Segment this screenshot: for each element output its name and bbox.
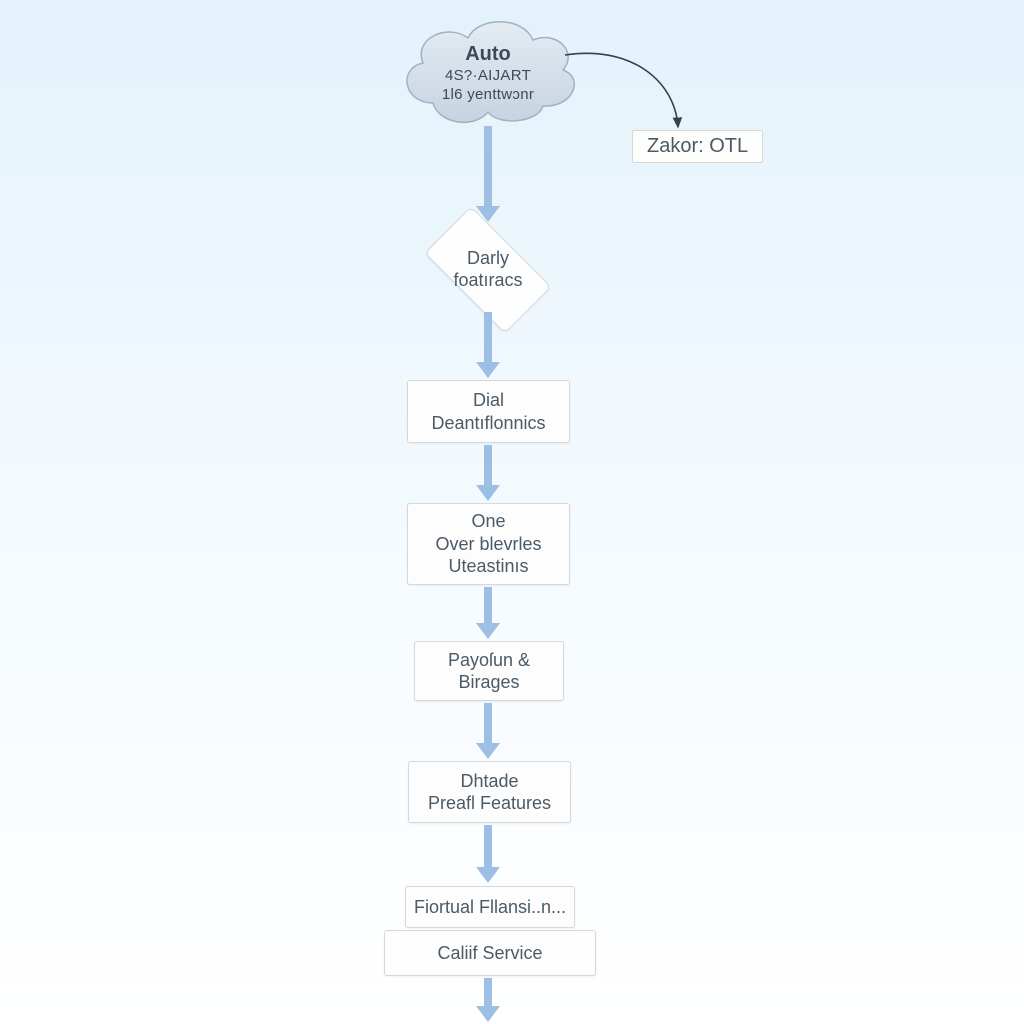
start-cloud: Auto 4S?·AIJART 1l6 yenttwɔnr <box>393 8 583 138</box>
start-cloud-label: Auto 4S?·AIJART 1l6 yenttwɔnr <box>393 42 583 105</box>
chevron-down-icon <box>476 867 500 883</box>
cloud-line3: 1l6 yenttwɔnr <box>393 86 583 105</box>
arrow-step2-to-step3 <box>480 587 496 639</box>
cloud-line2: 4S?·AIJART <box>393 67 583 86</box>
chevron-down-icon <box>476 485 500 501</box>
step-box-1: Dial Deantıflonnics <box>407 380 570 443</box>
step1-line1: Dial <box>473 389 504 412</box>
decision-line2: foatıracs <box>453 270 522 292</box>
step6-line1: Caliif Service <box>437 942 542 965</box>
step3-line1: Payoſun & <box>448 649 530 672</box>
step4-line2: Preafl Features <box>428 792 551 815</box>
step-box-6: Caliif Service <box>384 930 596 976</box>
step2-line2: Over blevrles <box>435 533 541 556</box>
step5-line1: Fiortual Fllansi..n... <box>414 896 566 919</box>
arrow-step6-continues <box>480 978 496 1022</box>
step-box-4: Dhtade Preafl Features <box>408 761 571 823</box>
step-box-2: One Over blevrles Uteastinıs <box>407 503 570 585</box>
chevron-down-icon <box>476 623 500 639</box>
step3-line2: Birages <box>458 671 519 694</box>
arrow-step3-to-step4 <box>480 703 496 759</box>
arrow-step4-to-step5 <box>480 825 496 883</box>
cloud-title: Auto <box>393 42 583 67</box>
step1-line2: Deantıflonnics <box>431 412 545 435</box>
sidenote-box: Zakor: OTL <box>632 130 763 163</box>
decision-line1: Darly <box>467 248 509 270</box>
sidenote-text: Zakor: OTL <box>647 135 748 157</box>
arrow-step1-to-step2 <box>480 445 496 501</box>
step-box-3: Payoſun & Birages <box>414 641 564 701</box>
decision-diamond: Darly foatıracs <box>408 225 568 315</box>
step-box-5: Fiortual Fllansi..n... <box>405 886 575 928</box>
arrow-decision-to-step1 <box>480 312 496 378</box>
step2-line3: Uteastinıs <box>448 555 528 578</box>
flowchart-canvas: Auto 4S?·AIJART 1l6 yenttwɔnr Zakor: OTL… <box>0 0 1024 1024</box>
step4-line1: Dhtade <box>460 770 518 793</box>
chevron-down-icon <box>476 1006 500 1022</box>
chevron-down-icon <box>476 362 500 378</box>
chevron-down-icon <box>476 743 500 759</box>
step2-line1: One <box>471 510 505 533</box>
arrow-cloud-to-decision <box>480 126 496 222</box>
